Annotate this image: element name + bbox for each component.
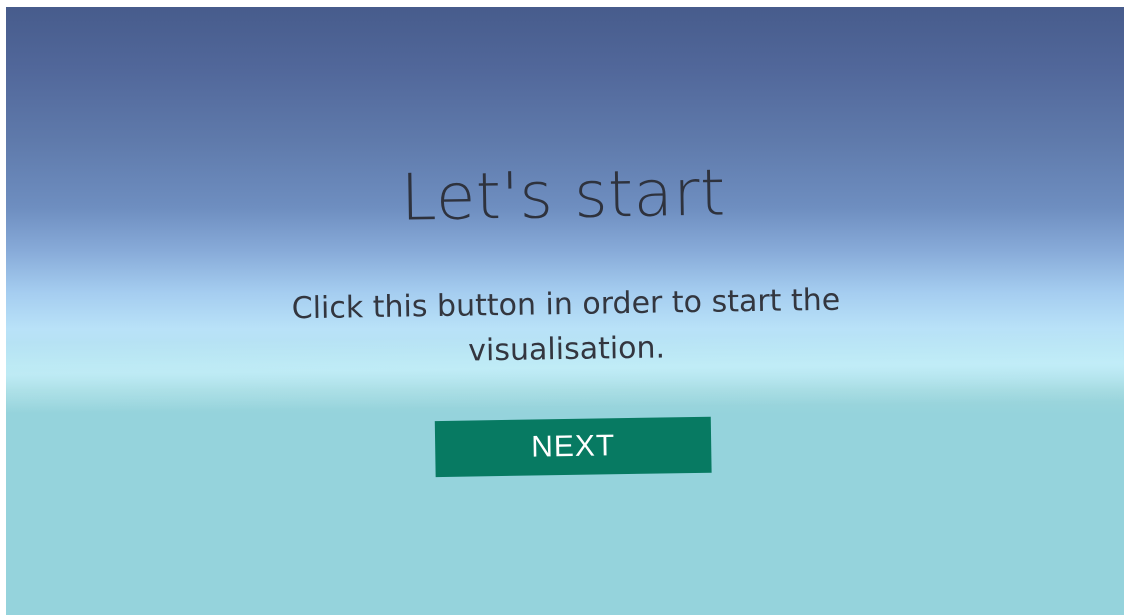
next-button[interactable]: NEXT	[434, 416, 712, 478]
instruction-text: Click this button in order to start the …	[291, 282, 841, 369]
page-title: Let's start	[400, 156, 727, 236]
vr-scene: Let's start Click this button in order t…	[6, 7, 1124, 615]
start-panel: Let's start Click this button in order t…	[6, 7, 1124, 615]
next-button-label: NEXT	[530, 429, 616, 464]
